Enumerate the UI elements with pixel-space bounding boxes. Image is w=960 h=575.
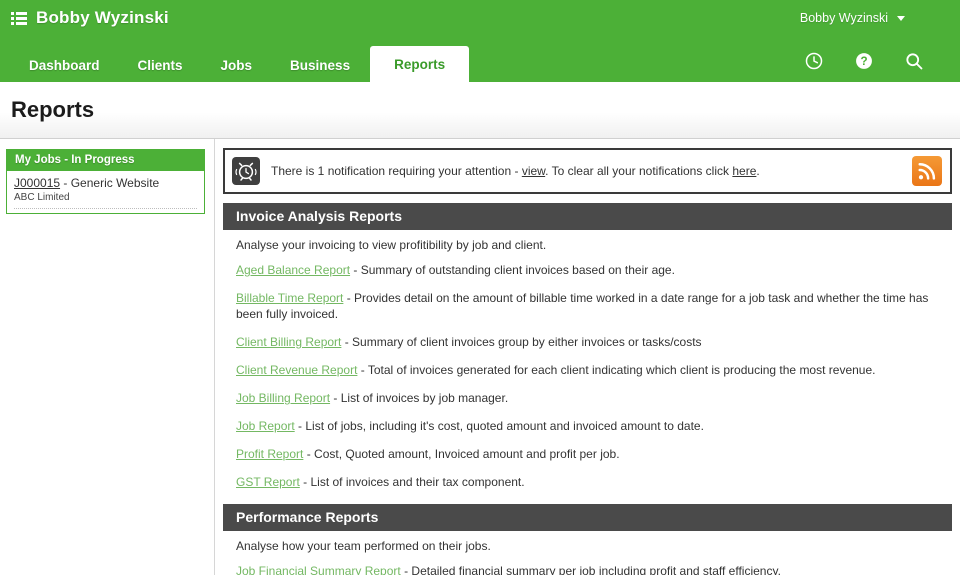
sidebar: My Jobs - In Progress J000015 - Generic … — [0, 139, 215, 575]
clock-icon[interactable] — [804, 51, 824, 76]
tab-clients[interactable]: Clients — [120, 48, 201, 82]
job-separator: - — [60, 176, 71, 190]
section-description: Analyse how your team performed on their… — [236, 539, 491, 553]
notification-text-after: . — [756, 164, 760, 178]
my-jobs-widget-title: My Jobs - In Progress — [7, 150, 204, 171]
list-item: Job Billing Report - List of invoices by… — [236, 390, 952, 406]
report-link-gst[interactable]: GST Report — [236, 475, 300, 489]
header-icon-group: ? — [804, 51, 924, 76]
report-link-job-financial-summary[interactable]: Job Financial Summary Report — [236, 564, 401, 575]
top-header-bar: Bobby Wyzinski Bobby Wyzinski — [0, 0, 960, 36]
user-menu[interactable]: Bobby Wyzinski — [800, 0, 905, 36]
divider — [14, 208, 197, 209]
list-item: Client Billing Report - Summary of clien… — [236, 334, 952, 350]
list-item: Billable Time Report - Provides detail o… — [236, 290, 952, 322]
report-description: - Detailed financial summary per job inc… — [400, 564, 781, 575]
report-description: - Summary of client invoices group by ei… — [341, 335, 702, 349]
report-link-job-billing[interactable]: Job Billing Report — [236, 391, 330, 405]
section-invoice-analysis: Invoice Analysis Reports Analyse your in… — [223, 203, 952, 490]
report-description: - List of jobs, including it's cost, quo… — [294, 419, 704, 433]
main-panel: There is 1 notification requiring your a… — [215, 139, 960, 575]
page-content: My Jobs - In Progress J000015 - Generic … — [0, 139, 960, 575]
notification-message: There is 1 notification requiring your a… — [271, 164, 912, 178]
notification-bar: There is 1 notification requiring your a… — [223, 148, 952, 194]
notification-text-middle: . To clear all your notifications click — [545, 164, 733, 178]
search-icon[interactable] — [904, 51, 924, 76]
hamburger-list-icon[interactable] — [11, 11, 27, 25]
report-link-aged-balance[interactable]: Aged Balance Report — [236, 263, 350, 277]
report-description: - List of invoices by job manager. — [330, 391, 509, 405]
list-item: GST Report - List of invoices and their … — [236, 474, 952, 490]
report-description: - Summary of outstanding client invoices… — [350, 263, 675, 277]
list-item: Job Financial Summary Report - Detailed … — [236, 563, 952, 575]
list-item: Job Report - List of jobs, including it'… — [236, 418, 952, 434]
report-link-job[interactable]: Job Report — [236, 419, 295, 433]
page-title-bar: Reports — [0, 82, 960, 139]
tab-jobs[interactable]: Jobs — [203, 48, 271, 82]
notification-view-link[interactable]: view — [522, 164, 545, 178]
tab-business[interactable]: Business — [272, 48, 368, 82]
user-menu-label: Bobby Wyzinski — [799, 11, 888, 25]
my-jobs-widget: My Jobs - In Progress J000015 - Generic … — [6, 149, 205, 214]
list-item: Aged Balance Report - Summary of outstan… — [236, 262, 952, 278]
list-item: Client Revenue Report - Total of invoice… — [236, 362, 952, 378]
list-item: Profit Report - Cost, Quoted amount, Inv… — [236, 446, 952, 462]
svg-text:?: ? — [860, 55, 867, 68]
alarm-clock-icon[interactable] — [232, 157, 260, 185]
list-item: J000015 - Generic Website — [14, 176, 197, 191]
main-nav-tabs: Dashboard Clients Jobs Business Reports … — [0, 36, 960, 82]
section-title: Performance Reports — [223, 504, 952, 531]
help-question-icon[interactable]: ? — [854, 51, 874, 76]
report-link-profit[interactable]: Profit Report — [236, 447, 303, 461]
job-name: Generic Website — [70, 176, 160, 190]
report-link-client-billing[interactable]: Client Billing Report — [236, 335, 341, 349]
job-client-name: ABC Limited — [14, 192, 70, 203]
chevron-down-icon — [897, 15, 905, 21]
report-link-client-revenue[interactable]: Client Revenue Report — [236, 363, 357, 377]
report-description: - Total of invoices generated for each c… — [357, 363, 876, 377]
my-jobs-widget-body: J000015 - Generic Website ABC Limited — [7, 171, 204, 213]
brand-title: Bobby Wyzinski — [36, 8, 169, 27]
section-performance: Performance Reports Analyse how your tea… — [223, 504, 952, 575]
section-title: Invoice Analysis Reports — [223, 203, 952, 230]
tab-dashboard[interactable]: Dashboard — [11, 48, 118, 82]
report-description: - List of invoices and their tax compone… — [299, 475, 525, 489]
section-description: Analyse your invoicing to view profitibi… — [236, 238, 547, 252]
rss-feed-icon[interactable] — [912, 156, 942, 186]
notification-text-before: There is 1 notification requiring your a… — [271, 164, 522, 178]
page-title: Reports — [11, 97, 95, 122]
tab-reports[interactable]: Reports — [370, 46, 470, 82]
notification-here-link[interactable]: here — [732, 164, 756, 178]
report-description: - Cost, Quoted amount, Invoiced amount a… — [303, 447, 620, 461]
report-link-billable-time[interactable]: Billable Time Report — [236, 291, 343, 305]
job-number-link[interactable]: J000015 — [14, 176, 60, 190]
